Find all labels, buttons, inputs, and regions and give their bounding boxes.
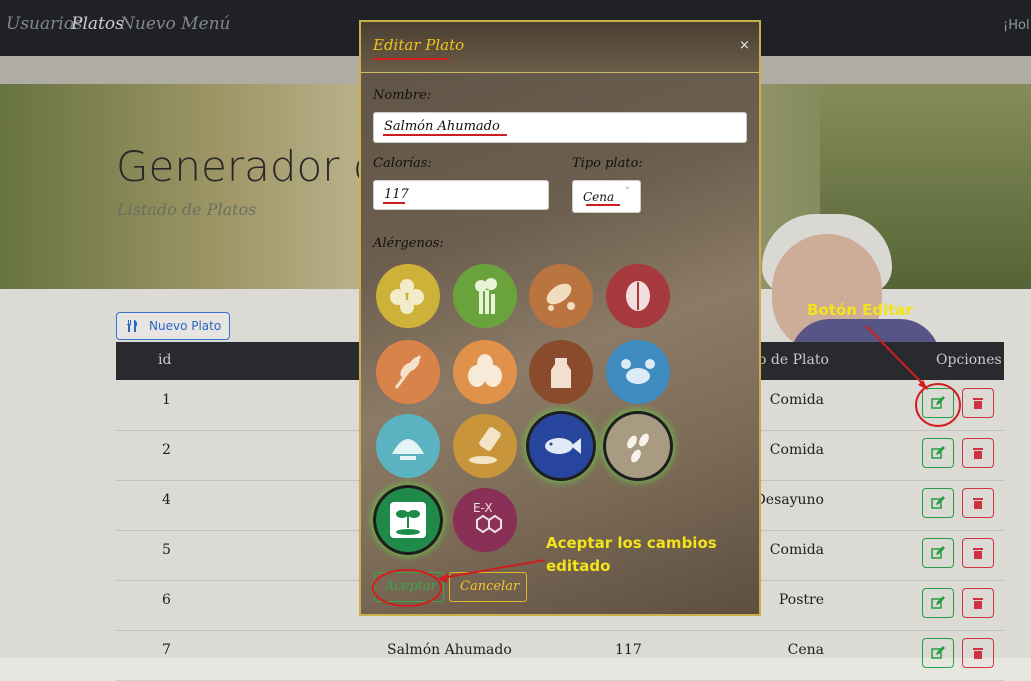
annotation-accept-line1: Aceptar los cambios xyxy=(546,534,717,552)
annotation-arrow xyxy=(441,559,546,579)
annotation-circle-edit xyxy=(915,383,961,427)
annotation-marks xyxy=(372,325,961,607)
annotation-circle-accept xyxy=(372,569,442,607)
annotation-arrow xyxy=(865,325,926,387)
annotation-accept-line2: editado xyxy=(546,557,611,575)
